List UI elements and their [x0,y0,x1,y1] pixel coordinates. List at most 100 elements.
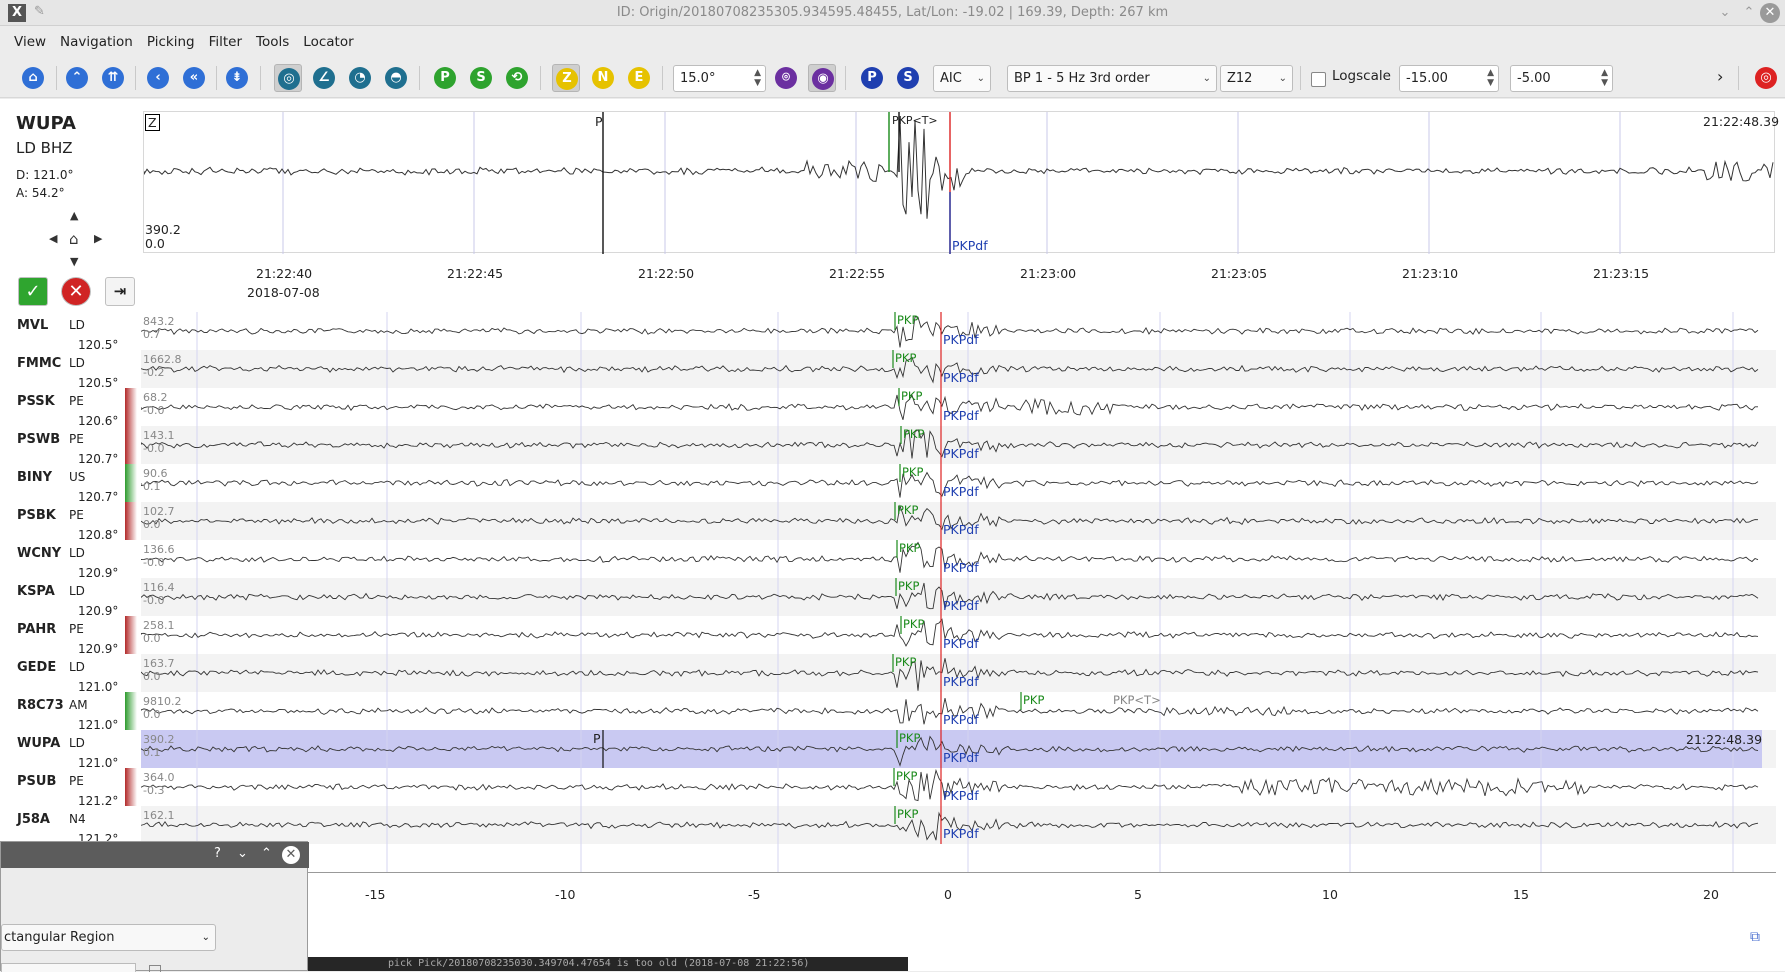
relative-tick: 5 [1134,887,1142,902]
pkpdf-label: PKPdf [943,750,979,765]
scroll-left-icon[interactable]: ‹ [144,64,172,92]
nav-right-icon[interactable]: ▶ [94,232,102,245]
zoom-tick: 21:23:05 [1211,266,1268,281]
component-e-icon[interactable]: E [625,64,653,92]
show-used-icon[interactable]: ◉ [808,64,836,92]
distance-spinbox[interactable]: 15.0° ▲ ▼ [673,65,766,92]
row-offset: -0.0 [143,404,165,417]
station-row-label[interactable]: MVL LD 120.5° [0,312,140,352]
rotation-select[interactable]: Z12 ⌄ [1220,65,1293,92]
row-station-code: GEDE [17,660,57,675]
row-status-bar [125,502,137,540]
expand-icon[interactable]: ⌃ [261,846,272,861]
minimize-icon[interactable]: ⌄ [1714,2,1736,24]
corner-icon[interactable]: ⧉ [1750,929,1760,945]
relative-tick: -15 [365,887,386,902]
collapse-icon[interactable]: ⌄ [237,846,248,861]
close-icon[interactable]: ✕ [1760,3,1780,23]
nav-up-icon[interactable]: ▲ [70,209,78,222]
picker-method-select[interactable]: AIC ⌄ [933,65,991,92]
row-offset: 0.0 [143,708,161,721]
row-offset: -0.3 [143,784,165,797]
row-status-bar [125,692,137,730]
align-icon[interactable]: ⇟ [223,64,251,92]
sort-residual-icon[interactable]: ◔ [346,64,374,92]
pkp-label: PKP [899,541,921,555]
home-icon[interactable]: ⌂ [19,64,47,92]
station-row-label[interactable]: WUPA LD 121.0° [0,730,140,770]
row-status-bar [125,426,137,464]
station-row-label[interactable]: R8C73 AM 121.0° [0,692,140,732]
station-row-label[interactable]: KSPA LD 120.9° [0,578,140,618]
more-arrow-icon[interactable]: › [1717,67,1723,86]
filter-select[interactable]: BP 1 - 5 Hz 3rd order ⌄ [1007,65,1217,92]
station-row-label[interactable]: WCNY LD 120.9° [0,540,140,580]
station-row-label[interactable]: GEDE LD 121.0° [0,654,140,694]
pick-pkpdf-label: PKPdf [952,238,988,253]
sort-distance-icon[interactable]: ◎ [274,64,302,92]
min-spinbox[interactable]: -15.00 ▲ ▼ [1399,65,1499,92]
pick-p-icon[interactable]: P [431,64,459,92]
pkpdf-label: PKPdf [943,484,979,499]
next-icon[interactable]: ⇥ [105,277,135,306]
amplitude-min: 0.0 [145,236,165,251]
menu-navigation[interactable]: Navigation [53,27,140,57]
close-panel-icon[interactable]: ✕ [282,846,300,864]
pkpt-label: PKP<T> [1113,693,1161,707]
menu-locator[interactable]: Locator [296,27,360,57]
pick-auto-icon[interactable]: ⟲ [503,64,531,92]
station-row-label[interactable]: PSBK PE 120.8° [0,502,140,542]
component-z-icon[interactable]: Z [552,64,580,92]
sort-azimuth-icon[interactable]: ∠ [310,64,338,92]
menu-filter[interactable]: Filter [202,27,249,57]
component-n-icon[interactable]: N [589,64,617,92]
phase-p-icon[interactable]: P [858,64,886,92]
show-all-icon[interactable]: ⌾ [772,64,800,92]
max-spinbox[interactable]: -5.00 ▲ ▼ [1510,65,1613,92]
station-row-label[interactable]: PAHR PE 120.9° [0,616,140,656]
relative-tick: 15 [1513,887,1529,902]
relative-tick: -10 [555,887,576,902]
pick-s-icon[interactable]: S [467,64,495,92]
station-row-label[interactable]: J58A N4 121.2° [0,806,140,846]
nav-down-icon[interactable]: ▼ [70,255,78,268]
phase-s-icon[interactable]: S [894,64,922,92]
nav-home-icon[interactable]: ⌂ [69,230,79,248]
row-station-code: WUPA [17,736,61,751]
station-row-label[interactable]: FMMC LD 120.5° [0,350,140,390]
reject-icon[interactable]: ✕ [61,277,91,306]
trace-area[interactable]: 843.2 0.7 PKPdf PKP 1662.8 -0.2 PKPdf PKP 68.2 -0… [141,312,1776,872]
row-amplitude: 162.1 [143,809,175,822]
row-status-bar [125,768,137,806]
maximize-icon[interactable]: ⌃ [1738,2,1760,24]
row-station-code: PSBK [17,508,56,523]
scroll-top-icon[interactable]: ⇈ [99,64,127,92]
station-row-label[interactable]: PSSK PE 120.6° [0,388,140,428]
pkp-label: PKP [901,389,923,403]
region-select[interactable]: ctangular Region ⌄ [1,924,216,951]
station-row-label[interactable]: BINY US 120.7° [0,464,140,504]
nav-left-icon[interactable]: ◀ [49,232,57,245]
menu-picking[interactable]: Picking [140,27,202,57]
pkp-label: PKP [895,351,917,365]
station-row-label[interactable]: PSWB PE 120.7° [0,426,140,466]
scroll-start-icon[interactable]: « [180,64,208,92]
row-amplitude: 364.0 [143,771,175,784]
pkpdf-label: PKPdf [943,712,979,727]
help-icon[interactable]: ? [214,846,221,861]
scroll-up-icon[interactable]: ⌃ [63,64,91,92]
row-station-code: PSSK [17,394,55,409]
target-icon[interactable]: ◎ [1752,64,1780,92]
zoom-trace[interactable]: Z P PKP<T> PKPdf 390.2 0.0 21:22:48.39 [143,111,1779,254]
row-amplitude: 258.1 [143,619,175,632]
logscale-checkbox[interactable] [1311,72,1326,87]
amplitude-max: 390.2 [145,222,181,237]
sort-station-icon[interactable]: ◓ [382,64,410,92]
menu-tools[interactable]: Tools [249,27,296,57]
selected-time-label: 21:22:48.39 [1686,732,1763,747]
menu-view[interactable]: View [7,27,53,57]
station-row-label[interactable]: PSUB PE 121.2° [0,768,140,808]
row-amplitude: 102.7 [143,505,175,518]
pkp-label: PKP [897,807,919,821]
accept-icon[interactable]: ✓ [18,277,48,306]
